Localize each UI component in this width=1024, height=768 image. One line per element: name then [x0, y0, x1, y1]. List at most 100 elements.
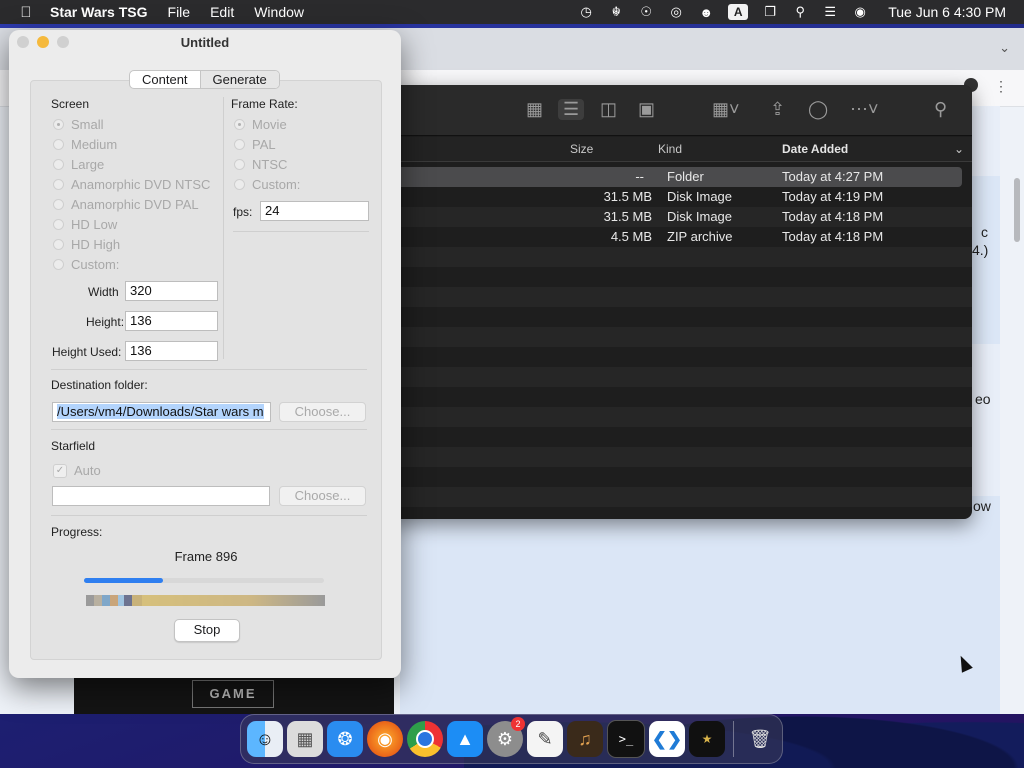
radio-custom-screen[interactable]: Custom:	[53, 257, 119, 272]
empty-row	[388, 467, 972, 487]
tsg-dialog-window: Untitled Content Generate Screen Small M…	[9, 30, 401, 678]
height-field[interactable]: 136	[125, 311, 218, 331]
page-text-fragment: 4.)	[972, 242, 989, 258]
table-row[interactable]: 31.5 MB Disk Image Today at 4:18 PM	[388, 207, 972, 227]
user-icon[interactable]: ☻	[698, 4, 714, 20]
radio-large[interactable]: Large	[53, 157, 104, 172]
siri-icon[interactable]: ◉	[852, 4, 868, 20]
width-field[interactable]: 320	[125, 281, 218, 301]
tab-generate[interactable]: Generate	[199, 71, 279, 88]
radio-medium[interactable]: Medium	[53, 137, 117, 152]
garageband-icon[interactable]: ♫	[567, 721, 603, 757]
frame-counter: Frame 896	[174, 549, 238, 564]
vscode-icon[interactable]: ❮❯	[649, 721, 685, 757]
chrome-icon[interactable]	[407, 721, 443, 757]
finder-icon[interactable]: ☺	[247, 721, 283, 757]
destination-path-text: /Users/vm4/Downloads/Star wars m	[57, 404, 264, 419]
table-row[interactable]: 4.5 MB ZIP archive Today at 4:18 PM	[388, 227, 972, 247]
starfield-choose-button[interactable]: Choose...	[279, 486, 366, 506]
empty-row	[388, 287, 972, 307]
stop-button[interactable]: Stop	[174, 619, 240, 642]
empty-row	[388, 367, 972, 387]
control-center-icon[interactable]: ☰	[822, 4, 838, 20]
tag-icon[interactable]: ◯	[808, 99, 828, 120]
height-used-field[interactable]: 136	[125, 341, 218, 361]
finder-column-header: Size Kind Date Added ⌄	[388, 137, 972, 162]
radio-ntsc[interactable]: NTSC	[234, 157, 287, 172]
divider	[51, 515, 367, 516]
finder-toolbar: ▦ ☰ ◫ ▣ ▦˅ ⇪ ◯ ⋯˅ ⚲	[388, 85, 972, 136]
radio-small[interactable]: Small	[53, 117, 104, 132]
browser-scrollbar[interactable]	[1014, 178, 1020, 242]
screen-mirroring-icon[interactable]: ❐	[762, 4, 778, 20]
app-store-icon[interactable]: ▲	[447, 721, 483, 757]
fps-field[interactable]: 24	[260, 201, 369, 221]
empty-row	[388, 307, 972, 327]
list-view-icon[interactable]: ☰	[558, 99, 585, 120]
column-kind[interactable]: Kind	[658, 142, 682, 156]
gallery-view-icon[interactable]: ▣	[638, 99, 655, 120]
terminal-icon[interactable]: >_	[607, 720, 645, 758]
system-settings-icon[interactable]: ⚙ 2	[487, 717, 525, 757]
radio-anamorphic-ntsc[interactable]: Anamorphic DVD NTSC	[53, 177, 210, 192]
textedit-icon[interactable]: ✎	[527, 721, 563, 757]
menu-file[interactable]: File	[168, 4, 191, 20]
table-row[interactable]: 31.5 MB Disk Image Today at 4:19 PM	[388, 187, 972, 207]
chevron-down-icon[interactable]: ⌄	[999, 40, 1010, 56]
destination-choose-button[interactable]: Choose...	[279, 402, 366, 422]
menu-bar:  Star Wars TSG File Edit Window ◷ ☬ ☉ ◎…	[0, 0, 1024, 24]
menu-window[interactable]: Window	[254, 4, 304, 20]
title-bar[interactable]: Untitled	[9, 30, 401, 56]
radio-hd-low[interactable]: HD Low	[53, 217, 117, 232]
tab-content[interactable]: Content	[130, 71, 200, 88]
radio-movie[interactable]: Movie	[234, 117, 287, 132]
menubar-clock[interactable]: Tue Jun 6 4:30 PM	[888, 4, 1006, 20]
page-text-fragment: eo	[975, 391, 991, 407]
menu-edit[interactable]: Edit	[210, 4, 234, 20]
empty-row	[388, 387, 972, 407]
radio-hd-high[interactable]: HD High	[53, 237, 120, 252]
divider	[51, 369, 367, 370]
page-text-fragment: c	[981, 224, 988, 240]
airplay-icon[interactable]: ◎	[668, 4, 684, 20]
auto-checkbox[interactable]: ✓ Auto	[53, 463, 101, 478]
radio-custom-fps[interactable]: Custom:	[234, 177, 300, 192]
column-date-added[interactable]: Date Added	[782, 142, 848, 156]
menu-app-name[interactable]: Star Wars TSG	[50, 4, 148, 20]
chevron-down-icon[interactable]: ⌄	[954, 142, 964, 156]
search-icon[interactable]: ⚲	[934, 99, 947, 120]
trash-icon[interactable]: 🗑	[742, 721, 778, 757]
star-wars-tsg-icon[interactable]: ★	[689, 721, 725, 757]
tab-bar: Content Generate	[129, 70, 280, 89]
width-label: Width	[88, 285, 119, 299]
group-by-icon[interactable]: ▦˅	[712, 99, 740, 120]
column-size[interactable]: Size	[570, 142, 593, 156]
divider	[233, 231, 369, 232]
empty-row	[388, 267, 972, 287]
column-divider	[223, 97, 224, 359]
launchpad-icon[interactable]: ▦	[287, 721, 323, 757]
more-options-icon[interactable]: ⋮	[994, 78, 1008, 95]
destination-path-field[interactable]: /Users/vm4/Downloads/Star wars m	[52, 402, 271, 422]
search-icon[interactable]: ⚲	[792, 4, 808, 20]
page-text-fragment: ow	[973, 498, 991, 514]
time-machine-icon[interactable]: ◷	[578, 4, 594, 20]
apple-menu-icon[interactable]: 	[18, 4, 34, 21]
table-row[interactable]: -- Folder Today at 4:27 PM	[388, 167, 962, 187]
empty-row	[388, 407, 972, 427]
poster-logo: GAME	[192, 680, 274, 708]
icon-view-icon[interactable]: ▦	[526, 99, 543, 120]
column-view-icon[interactable]: ◫	[600, 99, 617, 120]
share-icon[interactable]: ⇪	[770, 99, 785, 120]
dock-separator	[733, 721, 734, 757]
radio-anamorphic-pal[interactable]: Anamorphic DVD PAL	[53, 197, 199, 212]
firefox-icon[interactable]: ◉	[367, 721, 403, 757]
safari-icon[interactable]: ❂	[327, 721, 363, 757]
more-actions-icon[interactable]: ⋯˅	[850, 99, 879, 120]
accessibility-icon[interactable]: ☉	[638, 4, 654, 20]
starfield-path-field[interactable]	[52, 486, 270, 506]
radio-pal[interactable]: PAL	[234, 137, 276, 152]
input-source-icon[interactable]: A	[728, 4, 749, 20]
frame-rate-label: Frame Rate:	[231, 97, 298, 111]
hearing-icon[interactable]: ☬	[608, 4, 624, 20]
